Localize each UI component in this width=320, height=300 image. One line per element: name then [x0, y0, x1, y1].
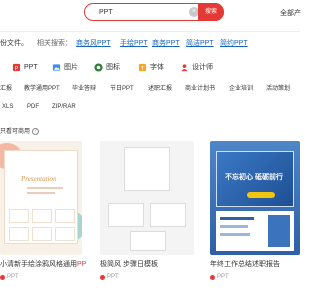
slide-mini — [9, 209, 29, 223]
slide-title: 不忘初心 砥砺前行 — [225, 174, 283, 181]
header-divider — [0, 31, 300, 32]
type-ppt[interactable]: P PPT — [12, 60, 38, 74]
ppt-icon — [0, 274, 5, 280]
resource-type-row: P PPT 图片 图标 T 字体 设计师 — [0, 60, 300, 74]
type-font[interactable]: T 字体 — [138, 60, 164, 74]
search-bar: × 搜索 — [84, 3, 224, 21]
category-row: 汇报 教学通用PPT 毕业答辩 节日PPT 述职汇报 商业计划书 企业培训 活动… — [0, 83, 300, 95]
filter-label: 只看可商用 — [0, 129, 31, 135]
slide-preview — [216, 211, 294, 251]
card-meta: PPT — [210, 274, 229, 280]
slide-preview — [124, 147, 170, 191]
format-item[interactable]: XLS — [2, 104, 13, 110]
slide-mini — [32, 227, 52, 241]
font-icon: T — [138, 63, 147, 71]
type-designer[interactable]: 设计师 — [180, 60, 213, 74]
slide-mini — [32, 209, 52, 223]
search-input[interactable] — [99, 7, 189, 17]
type-label: 设计师 — [192, 64, 213, 71]
slide-preview: Presentation — [4, 150, 78, 244]
card-meta: PPT — [100, 274, 119, 280]
type-image[interactable]: 图片 — [52, 60, 78, 74]
related-link-5[interactable]: 简约PPT — [220, 38, 248, 48]
slide-mini — [55, 227, 75, 241]
card-thumbnail[interactable]: Presentation — [0, 141, 82, 255]
designer-icon — [181, 63, 188, 71]
all-products-link[interactable]: 全部产 — [280, 8, 301, 18]
ppt-icon: P — [12, 63, 21, 71]
svg-text:T: T — [141, 65, 145, 71]
category-item[interactable]: 述职汇报 — [148, 83, 172, 92]
category-item[interactable]: 教学通用PPT — [24, 83, 60, 92]
related-link-2[interactable]: 手绘PPT — [120, 38, 148, 48]
category-item[interactable]: 企业培训 — [229, 83, 253, 92]
slide-line — [220, 217, 254, 220]
slide-block — [268, 215, 290, 247]
card-title[interactable]: 极简风 步骤日模板 — [100, 259, 158, 269]
svg-text:P: P — [15, 65, 19, 71]
slide-mini — [55, 209, 75, 223]
type-label: PPT — [24, 63, 38, 71]
commercial-filter[interactable]: 只看可商用? — [0, 126, 40, 136]
related-link-3[interactable]: 商务PPT — [152, 38, 180, 48]
related-link-4[interactable]: 简洁PPT — [186, 38, 214, 48]
category-item[interactable]: 活动策划 — [266, 83, 290, 92]
search-button[interactable]: 搜索 — [198, 3, 224, 21]
card-thumbnail[interactable] — [100, 141, 194, 255]
template-card[interactable]: Presentation 小清新手绘涂鸦风格通用PP PPT — [0, 141, 86, 291]
slide-pill — [247, 192, 275, 198]
slide-preview: 不忘初心 砥砺前行 — [216, 151, 294, 207]
type-label: 图片 — [64, 64, 78, 71]
format-item[interactable]: ZIP/RAR — [52, 104, 76, 110]
type-label: 图标 — [106, 64, 120, 71]
template-card[interactable]: 不忘初心 砥砺前行 年终工作总结述职报告 PPT — [210, 141, 300, 291]
template-card[interactable]: 极简风 步骤日模板 PPT — [100, 141, 194, 291]
card-title[interactable]: 年终工作总结述职报告 — [210, 259, 280, 269]
slide-mini — [9, 227, 29, 241]
category-item[interactable]: 商业计划书 — [185, 83, 215, 92]
slide-word: Presentation — [21, 175, 57, 183]
card-thumbnail[interactable]: 不忘初心 砥砺前行 — [210, 141, 300, 255]
format-row: XLS PDF ZIP/RAR — [0, 104, 300, 116]
category-item[interactable]: 节日PPT — [110, 83, 134, 92]
format-item[interactable]: PDF — [27, 104, 39, 110]
ppt-icon — [210, 274, 215, 280]
type-label: 字体 — [150, 64, 164, 71]
slide-preview — [108, 203, 144, 227]
image-icon — [52, 63, 61, 71]
slide-line — [27, 192, 55, 194]
slide-line — [220, 233, 250, 236]
slide-line — [27, 187, 63, 189]
help-icon[interactable]: ? — [32, 127, 40, 135]
category-item[interactable]: 毕业答辩 — [72, 83, 96, 92]
related-search-title: 相关搜索： — [37, 40, 72, 47]
slide-preview — [130, 231, 166, 251]
type-icon-set[interactable]: 图标 — [94, 60, 120, 74]
related-search-row: 份文件。 相关搜索： 商务风PPT 手绘PPT 商务PPT 简洁PPT 简约PP… — [0, 38, 300, 50]
related-link-1[interactable]: 商务风PPT — [76, 38, 111, 48]
flower-icon — [94, 62, 103, 72]
slide-line — [220, 225, 248, 228]
ppt-icon — [100, 274, 105, 280]
card-meta: PPT — [0, 274, 19, 280]
result-count-text: 份文件。 — [0, 40, 28, 47]
slide-preview — [150, 203, 186, 227]
category-item[interactable]: 汇报 — [0, 83, 12, 92]
card-title[interactable]: 小清新手绘涂鸦风格通用PP — [0, 259, 86, 269]
